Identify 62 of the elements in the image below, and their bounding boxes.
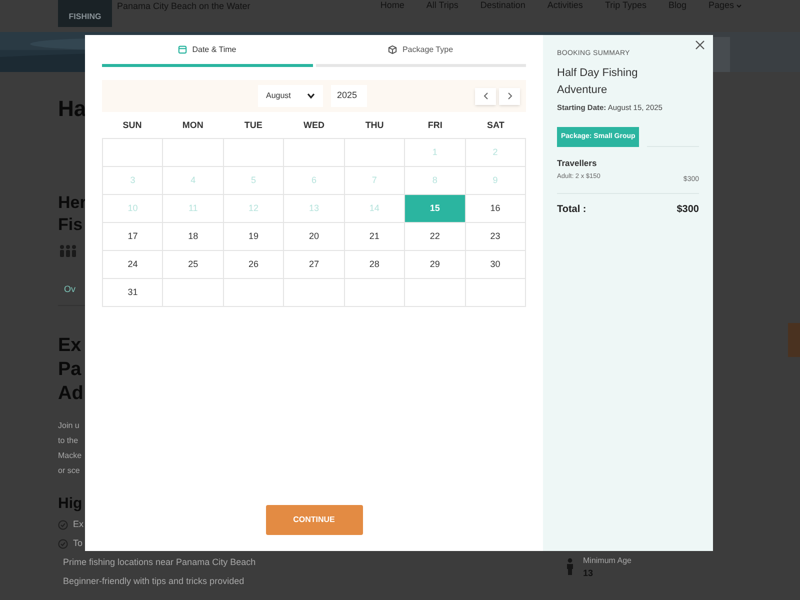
step-tab[interactable]: Date & Time <box>102 35 312 67</box>
day-cell[interactable]: 27 <box>284 251 345 279</box>
chevron-down-icon <box>307 93 315 99</box>
paragraph-line: or sce <box>58 464 81 476</box>
paragraph-line: Macke <box>58 450 83 462</box>
travellers-heading: Travellers <box>557 157 598 170</box>
day-cell[interactable]: 31 <box>103 279 164 307</box>
empty-day-cell <box>224 279 284 307</box>
day-cell[interactable]: 28 <box>344 251 406 279</box>
paragraph-line: Join u <box>58 420 80 432</box>
day-cell[interactable]: 16 <box>466 195 526 223</box>
logo[interactable]: FISHING <box>58 0 112 27</box>
group-icon <box>58 244 78 258</box>
month-select[interactable]: August <box>258 85 323 107</box>
box-icon <box>388 45 398 54</box>
highlight-item: Beginner-friendly with tips and tricks provided <box>63 575 244 588</box>
day-cell[interactable]: 21 <box>344 223 406 251</box>
weekday-label: SUN <box>122 119 142 132</box>
day-cell[interactable]: 19 <box>224 223 284 251</box>
day-cell[interactable]: 30 <box>466 251 526 279</box>
day-cell[interactable]: 17 <box>103 223 164 251</box>
day-cell[interactable]: 29 <box>405 251 466 279</box>
calendar-icon <box>178 45 188 54</box>
weekday-label: MON <box>182 119 204 132</box>
year-field[interactable]: 2025 <box>331 85 367 107</box>
step-tab[interactable]: Package Type <box>316 35 526 67</box>
empty-day-cell <box>405 279 466 307</box>
person-icon <box>565 558 575 576</box>
next-month-button[interactable] <box>499 88 520 104</box>
day-cell[interactable]: 15 <box>405 195 466 223</box>
min-age-label: Minimum Age <box>583 555 632 567</box>
weekday-label: FRI <box>428 119 442 132</box>
day-cell[interactable]: 22 <box>405 223 466 251</box>
trip-title: Half Day Fishing Adventure <box>557 66 639 98</box>
day-cell[interactable]: 20 <box>284 223 345 251</box>
empty-day-cell <box>344 279 406 307</box>
empty-day-cell <box>163 279 224 307</box>
weekday-label: THU <box>365 119 384 132</box>
check-circle-icon <box>58 520 68 530</box>
day-cell[interactable]: 23 <box>466 223 526 251</box>
weekday-label: TUE <box>244 119 262 132</box>
weekday-label: SAT <box>487 119 504 132</box>
chevron-right-icon <box>506 92 512 100</box>
day-cell[interactable]: 26 <box>224 251 284 279</box>
highlight-item: Prime fishing locations near Panama City Beach <box>63 556 256 570</box>
paragraph-line: to the <box>58 434 80 446</box>
overview-tab[interactable]: Ov <box>64 283 85 296</box>
weekday-label: WED <box>303 119 324 132</box>
chevron-left-icon <box>482 92 488 100</box>
total-value: $300 <box>676 202 699 216</box>
highlight-item: Ex <box>73 518 84 532</box>
check-circle-icon <box>58 539 68 549</box>
total-label: Total : <box>557 202 586 216</box>
empty-day-cell <box>466 279 526 307</box>
close-icon[interactable] <box>695 40 705 50</box>
previous-month-button[interactable] <box>475 88 496 104</box>
day-cell[interactable]: 18 <box>163 223 224 251</box>
empty-day-cell <box>284 279 345 307</box>
day-cell[interactable]: 25 <box>163 251 224 279</box>
day-cell[interactable]: 24 <box>103 251 164 279</box>
continue-button[interactable]: CONTINUE <box>266 505 362 535</box>
highlight-item: To <box>73 537 83 550</box>
